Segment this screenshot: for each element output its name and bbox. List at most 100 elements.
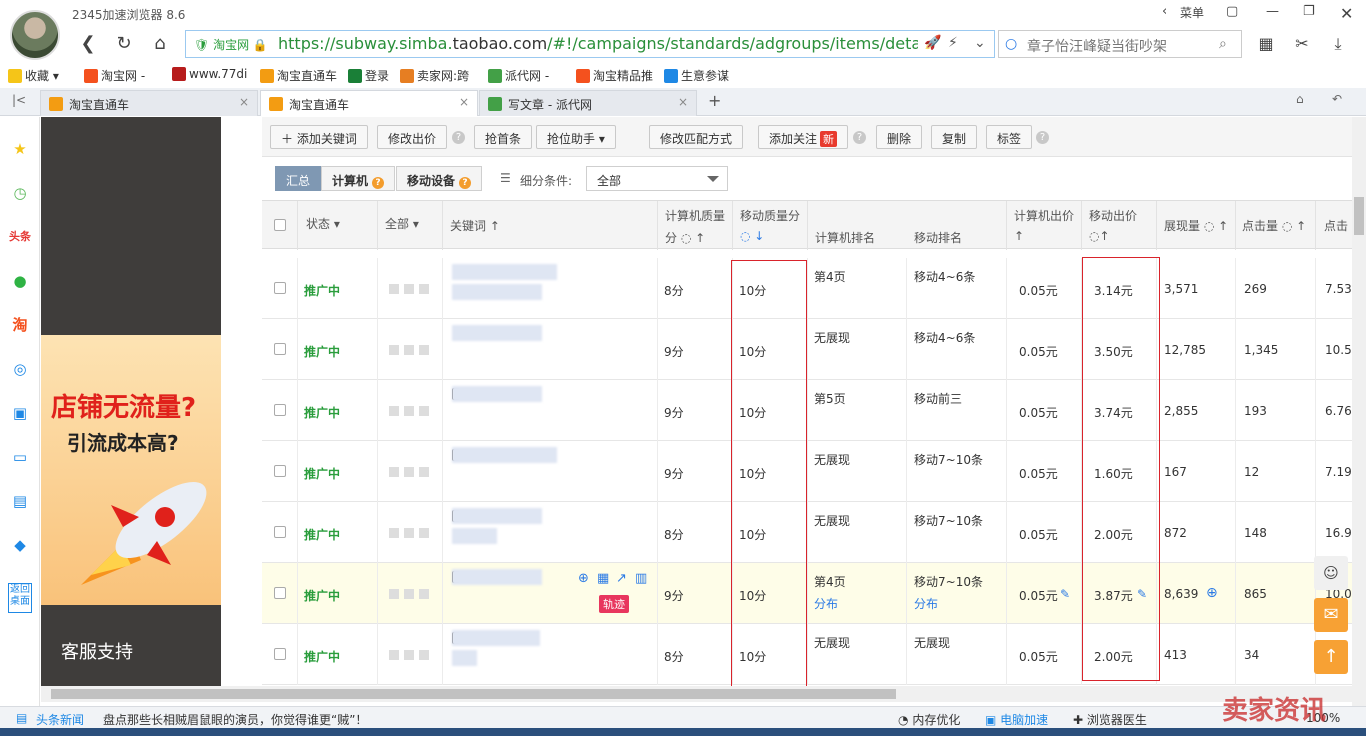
computer-icon[interactable]: ▭ xyxy=(8,445,32,469)
header-status[interactable]: 状态 ▾ xyxy=(306,215,340,232)
scroll-thumb[interactable] xyxy=(51,689,896,699)
header-keyword[interactable]: 关键词 ↑ xyxy=(450,217,500,234)
header-impressions[interactable]: 展现量 ◌ ↑ xyxy=(1164,217,1228,234)
grab-helper-button[interactable]: 抢位助手 ▾ xyxy=(536,125,616,149)
scroll-thumb[interactable] xyxy=(1354,197,1364,235)
tab-computer[interactable]: 计算机? xyxy=(321,166,396,191)
new-tab-button[interactable]: + xyxy=(708,91,721,110)
select-all-checkbox[interactable] xyxy=(274,219,286,231)
customer-support-label[interactable]: 客服支持 xyxy=(61,638,133,664)
lightning-icon[interactable]: ⚡ xyxy=(948,35,958,51)
browser-doctor[interactable]: ✚ 浏览器医生 xyxy=(1073,711,1147,728)
row-checkbox[interactable] xyxy=(274,282,286,294)
table-row[interactable]: 推广中 8分 10分 无展现 移动7~10条 0.05元 2.00元 872 148 16.9 xyxy=(262,502,1352,563)
table-row[interactable]: 推广中 9分 10分 无展现 移动4~6条 0.05元 3.50元 12,785 1,345 10… xyxy=(262,319,1352,380)
maximize-button[interactable]: ❐ xyxy=(1303,4,1315,19)
header-mobile-quality[interactable]: 移动质量分 xyxy=(740,207,800,224)
report-icon[interactable]: ▦ xyxy=(597,571,609,586)
edit-pencil-icon[interactable]: ✎ xyxy=(1060,587,1070,601)
bookmark-item[interactable]: 卖家网:跨 xyxy=(400,67,469,84)
table-row[interactable]: 推广中 8分 10分 第4页 移动4~6条 0.05元 3.14元 3,571 269 7.53 xyxy=(262,258,1352,319)
keyword-text-blurred[interactable] xyxy=(452,630,540,646)
bookmark-item[interactable]: 淘宝网 - xyxy=(84,67,145,84)
tab-mobile[interactable]: 移动设备? xyxy=(396,166,483,191)
calculator-icon[interactable]: ▤ xyxy=(8,489,32,513)
back-button[interactable]: ❮ xyxy=(76,32,100,56)
address-bar[interactable]: 🛡 淘宝网 🔒 https://subway.simba.taobao.com/… xyxy=(185,30,995,58)
menu-button[interactable]: 菜单 xyxy=(1180,4,1204,21)
close-icon[interactable]: × xyxy=(459,95,469,109)
table-row[interactable]: 推广中 9分 10分 第5页 移动前三 0.05元 3.74元 2,855 193 6.76 xyxy=(262,380,1352,441)
rocket-icon[interactable]: 🚀 xyxy=(924,35,941,51)
pc-bid[interactable]: 0.05元 xyxy=(1019,282,1058,299)
promo-banner[interactable]: 店铺无流量? 引流成本高? xyxy=(41,335,221,605)
back-to-top-icon[interactable]: ↑ xyxy=(1314,640,1348,674)
close-button[interactable]: ✕ xyxy=(1340,4,1353,23)
bookmark-item[interactable]: 淘宝直通车 xyxy=(260,67,337,84)
trend-chart-icon[interactable]: ↗ xyxy=(616,571,627,586)
favorites-icon[interactable]: ★ xyxy=(8,137,32,161)
chevron-down-icon[interactable]: ⌄ xyxy=(974,35,986,51)
header-ctr[interactable]: 点击 xyxy=(1324,217,1348,234)
mobile-rank-distribution-link[interactable]: 分布 xyxy=(914,595,938,612)
undo-icon[interactable]: ↶ xyxy=(1332,92,1342,106)
search-input[interactable]: ○ 章子怡汪峰疑当街吵架 ⌕ xyxy=(998,30,1242,58)
header-mobile-rank[interactable]: 移动排名 xyxy=(914,229,962,246)
header-clicks[interactable]: 点击量 ◌ ↑ xyxy=(1242,217,1306,234)
user-service-icon[interactable]: ☺ xyxy=(1314,556,1348,590)
tag-button[interactable]: 标签 xyxy=(986,125,1033,149)
tools-icon[interactable]: ◆ xyxy=(8,533,32,557)
horizontal-scrollbar[interactable] xyxy=(41,686,1352,702)
pc-speedup[interactable]: ▣ 电脑加速 xyxy=(985,711,1048,728)
sort-down-icon[interactable]: ◌ ↓ xyxy=(740,229,764,243)
back-arrow-icon[interactable]: ‹ xyxy=(1162,4,1167,19)
close-icon[interactable]: × xyxy=(678,95,688,109)
keyword-text-blurred[interactable] xyxy=(452,447,557,463)
table-row[interactable]: 推广中 9分 10分 无展现 移动7~10条 0.05元 1.60元 167 12 7.19 xyxy=(262,441,1352,502)
bookmark-item[interactable]: 生意参谋 xyxy=(664,67,729,84)
header-pc-rank[interactable]: 计算机排名 xyxy=(815,229,875,246)
pc-rank-distribution-link[interactable]: 分布 xyxy=(814,595,838,612)
back-to-desktop-button[interactable]: 返回桌面 xyxy=(8,583,32,613)
news-label[interactable]: 头条新闻 xyxy=(36,711,84,728)
tab-summary[interactable]: 汇总 xyxy=(275,166,322,191)
sort-up-icon[interactable]: ↑ xyxy=(1014,229,1024,243)
trash-icon[interactable]: ▥ xyxy=(635,571,647,586)
bookmark-item[interactable]: 收藏 ▾ xyxy=(8,67,59,84)
download-icon[interactable]: ⤓ xyxy=(1326,32,1350,56)
skin-icon[interactable]: ▢ xyxy=(1226,4,1238,19)
taobao-icon[interactable]: 淘 xyxy=(8,313,32,337)
row-checkbox[interactable] xyxy=(274,587,286,599)
keyword-text-blurred[interactable] xyxy=(452,386,542,402)
add-follow-button[interactable]: 添加关注新 xyxy=(758,125,849,149)
url-text[interactable]: https://subway.simba.taobao.com/#!/campa… xyxy=(278,34,918,53)
pc-bid[interactable]: 0.05元 xyxy=(1019,404,1058,421)
condition-select[interactable]: 全部 xyxy=(586,166,728,191)
store-icon[interactable]: ⌂ xyxy=(1296,92,1304,106)
copy-button[interactable]: 复制 xyxy=(931,125,978,149)
search-icon[interactable]: ⌕ xyxy=(1219,36,1227,52)
minimize-button[interactable]: — xyxy=(1266,4,1279,19)
bookmark-item[interactable]: www.77di xyxy=(172,67,247,81)
pc-bid[interactable]: 0.05元 xyxy=(1019,526,1058,543)
row-checkbox[interactable] xyxy=(274,648,286,660)
trace-badge[interactable]: 轨迹 xyxy=(599,595,629,613)
header-pc-quality[interactable]: 计算机质量 xyxy=(665,207,725,224)
header-all[interactable]: 全部 ▾ xyxy=(385,215,419,232)
tab-paidai[interactable]: 写文章 - 派代网 × xyxy=(479,90,697,116)
refresh-button[interactable]: ↻ xyxy=(112,32,136,56)
sort-up-icon[interactable]: ◌↑ xyxy=(1089,229,1110,243)
row-checkbox[interactable] xyxy=(274,343,286,355)
pc-bid[interactable]: 0.05元 xyxy=(1019,465,1058,482)
chat-icon[interactable]: ✉ xyxy=(1314,598,1348,632)
help-icon[interactable]: ? xyxy=(853,131,866,144)
delete-button[interactable]: 删除 xyxy=(876,125,923,149)
keyword-text-blurred[interactable] xyxy=(452,508,542,524)
keyword-text-blurred[interactable] xyxy=(452,264,557,280)
pc-bid[interactable]: 0.05元 xyxy=(1019,343,1058,360)
close-icon[interactable]: × xyxy=(239,95,249,109)
sidebar-toggle-icon[interactable]: |< xyxy=(12,93,26,107)
row-checkbox[interactable] xyxy=(274,404,286,416)
header-pc-quality-2[interactable]: 分 ◌ ↑ xyxy=(665,229,705,246)
header-pc-bid[interactable]: 计算机出价 xyxy=(1014,207,1074,224)
